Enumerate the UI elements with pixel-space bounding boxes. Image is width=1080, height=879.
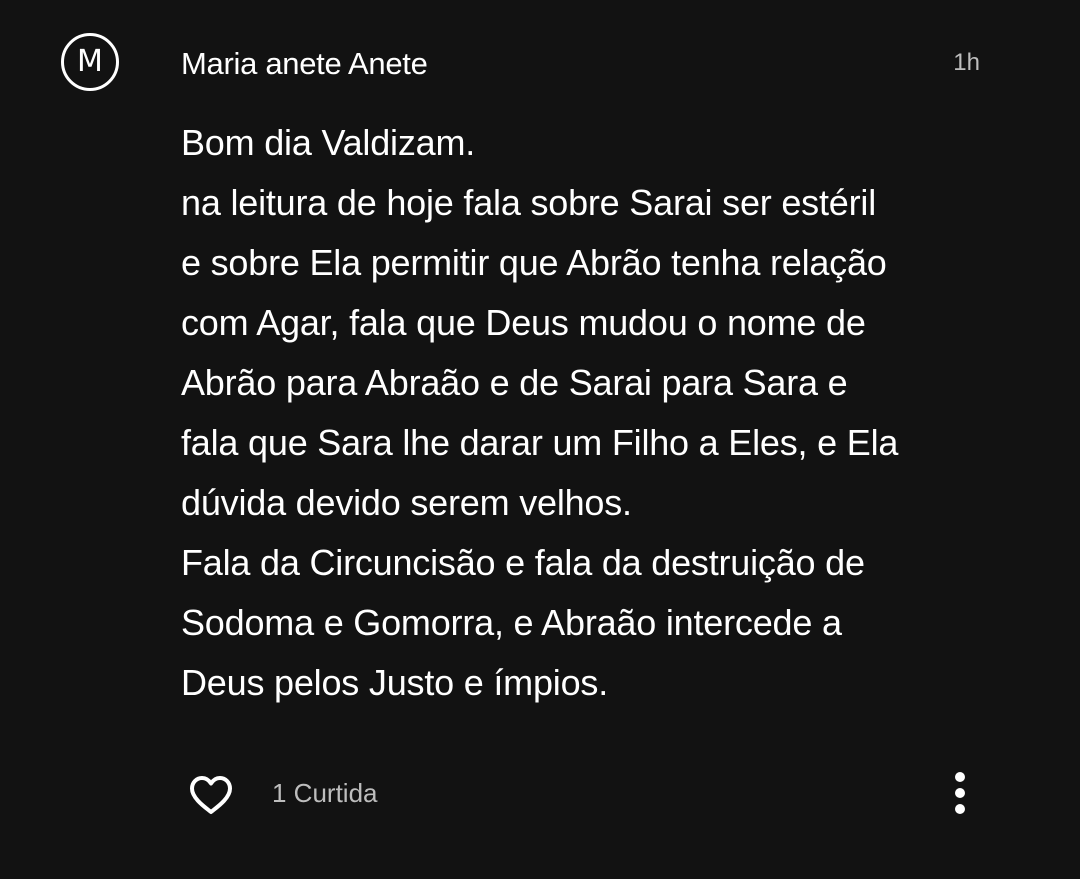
comment-line: Fala da Circuncisão e fala da destruição… [181,542,865,583]
author-name[interactable]: Maria anete Anete [181,44,428,84]
comment-line: dúvida devido serem velhos. [181,482,632,523]
comment-line: na leitura de hoje fala sobre Sarai ser … [181,182,876,223]
comment-line: e sobre Ela permitir que Abrão tenha rel… [181,242,887,283]
like-button[interactable] [185,770,237,820]
comment-line: Deus pelos Justo e ímpios. [181,662,609,703]
timestamp: 1h [953,49,980,76]
comment-line: Bom dia Valdizam. [181,122,476,163]
vertical-ellipsis-icon [955,772,965,814]
comment-line: Abrão para Abraão e de Sarai para Sara e [181,362,848,403]
likes-count[interactable]: 1 Curtida [272,778,378,808]
comment-line: fala que Sara lhe darar um Filho a Eles,… [181,422,899,463]
comment-body: Bom dia Valdizam. na leitura de hoje fal… [181,113,1041,713]
comment-card: M Maria anete Anete 1h Bom dia Valdizam.… [0,0,1080,879]
heart-outline-icon [190,776,232,814]
comment-line: com Agar, fala que Deus mudou o nome de [181,302,866,343]
avatar-initial: M [77,44,103,79]
comment-line: Sodoma e Gomorra, e Abraão intercede a [181,602,842,643]
avatar[interactable]: M [61,33,119,91]
more-options-button[interactable] [940,768,980,818]
